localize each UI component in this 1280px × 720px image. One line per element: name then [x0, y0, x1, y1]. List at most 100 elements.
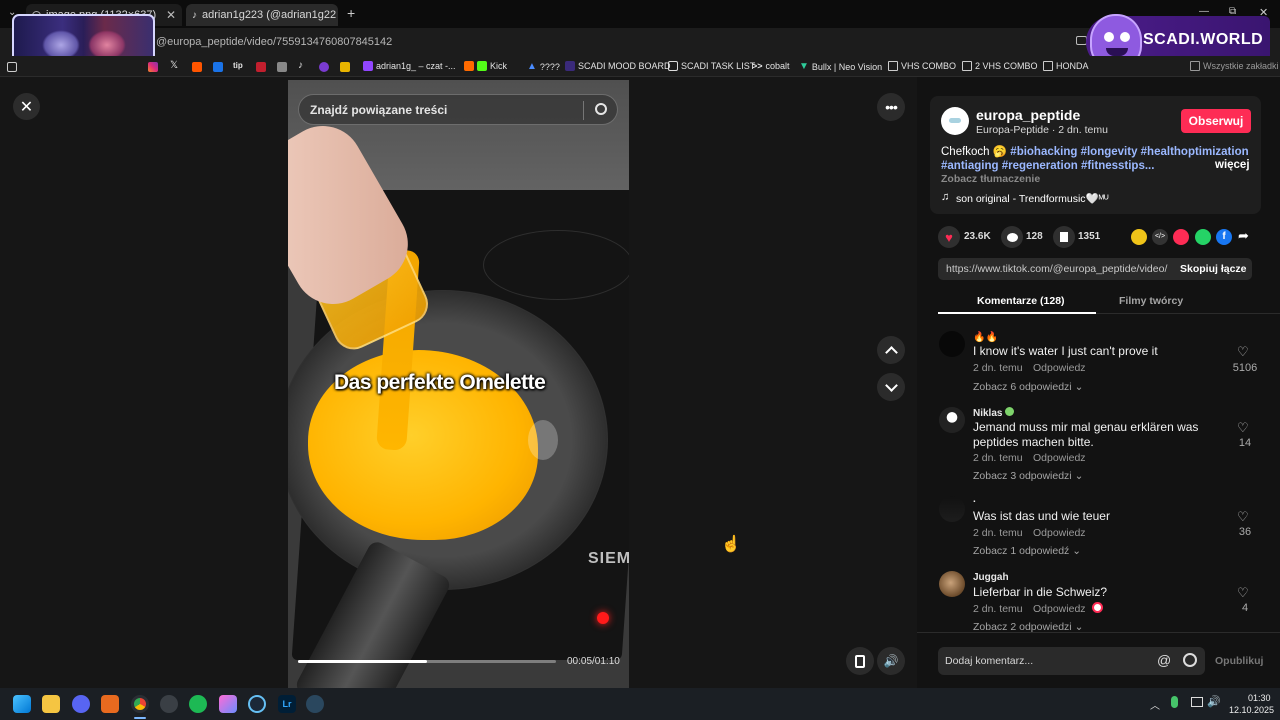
reply-button[interactable]: Odpowiedz — [1033, 603, 1086, 615]
x-icon[interactable]: 𝕏 — [170, 60, 178, 71]
discord-icon[interactable] — [72, 695, 90, 713]
next-video-button[interactable] — [877, 373, 905, 401]
progress-track[interactable] — [298, 660, 556, 663]
related-search-box[interactable]: Znajdź powiązane treści — [298, 94, 618, 125]
apps-grid-icon[interactable] — [7, 62, 17, 72]
tab-comments[interactable]: Komentarze (128) — [977, 295, 1065, 307]
hashtags-line-2[interactable]: #antiaging #regeneration #fitnesstips... — [941, 160, 1154, 172]
file-explorer-icon[interactable] — [42, 695, 60, 713]
url-field[interactable]: @europa_peptide/video/755913476080784514… — [156, 36, 392, 48]
comment-author[interactable]: Juggah — [973, 572, 1009, 583]
steam-alt-icon[interactable] — [306, 695, 324, 713]
soundcloud-icon[interactable] — [192, 62, 202, 72]
hashtags-line-1[interactable]: #biohacking #longevity #healthoptimizati… — [1010, 146, 1248, 158]
video-player[interactable]: SIEMENS Znajdź powiązane treści Das perf… — [288, 80, 629, 688]
tray-chevron-icon[interactable]: ︿ — [1150, 697, 1160, 712]
comment-input-box[interactable]: Dodaj komentarz... @ — [938, 647, 1205, 675]
spotify-icon[interactable] — [189, 695, 207, 713]
like-button[interactable]: ♥ — [938, 226, 960, 248]
comment-like-icon[interactable]: ♡ — [1237, 509, 1249, 525]
mention-icon[interactable]: @ — [1157, 652, 1171, 668]
coin-share-icon[interactable] — [1131, 229, 1147, 245]
bookmark-scadi-task-list[interactable]: SCADI TASK LIST — [668, 61, 755, 71]
embed-icon[interactable]: </> — [1152, 229, 1168, 245]
comment-author[interactable]: 🔥🔥 — [973, 332, 998, 343]
volume-button[interactable]: 🔊 — [877, 647, 905, 675]
comment-like-icon[interactable]: ♡ — [1237, 344, 1249, 360]
close-tab-icon[interactable]: ✕ — [166, 8, 176, 22]
more-link[interactable]: więcej — [1215, 159, 1250, 171]
chrome-icon[interactable] — [131, 695, 149, 713]
share-link-url[interactable]: https://www.tiktok.com/@europa_peptide/v… — [946, 263, 1168, 275]
tiktok-bookmark-icon[interactable]: ♪ — [298, 60, 303, 71]
bookmark-vhs-combo[interactable]: VHS COMBO — [888, 61, 956, 71]
publish-button[interactable]: Opublikuj — [1215, 655, 1263, 667]
bookmark-2-icon[interactable] — [256, 62, 266, 72]
bookmark-bullx[interactable]: ▼ Bullx | Neo Vision — [799, 61, 882, 72]
comment-like-icon[interactable]: ♡ — [1237, 420, 1249, 436]
bookmark-scadi-mood-board[interactable]: SCADI MOOD BOARD — [565, 61, 671, 71]
tab-creator-videos[interactable]: Filmy twórcy — [1119, 295, 1183, 307]
view-replies[interactable]: Zobacz 1 odpowiedź ⌄ — [973, 545, 1081, 557]
network-icon[interactable] — [1191, 697, 1203, 707]
comment-author[interactable]: Niklas — [973, 407, 1015, 419]
tab-tiktok[interactable]: ♪ adrian1g223 (@adrian1g22 🔊 ✕ — [186, 4, 338, 26]
previous-video-button[interactable] — [877, 336, 905, 364]
whatsapp-icon[interactable] — [1195, 229, 1211, 245]
search-icon[interactable] — [595, 103, 607, 115]
bookmark-adrian-czat[interactable]: adrian1g_ – czat -... — [363, 61, 456, 71]
music-title[interactable]: son original - Trendformusic🤍ᴹᵁ — [956, 192, 1109, 205]
comment-avatar[interactable] — [939, 571, 965, 597]
save-button[interactable] — [1053, 226, 1075, 248]
clock-time[interactable]: 01:30 — [1248, 693, 1271, 703]
bookmark-grid-icon[interactable] — [277, 62, 287, 72]
windows-start-icon[interactable] — [13, 695, 31, 713]
send-share-icon[interactable] — [1173, 229, 1189, 245]
copy-link-button[interactable]: Skopiuj łącze — [1180, 263, 1247, 275]
instagram-icon[interactable] — [148, 62, 158, 72]
app-gradient-icon[interactable] — [219, 695, 237, 713]
share-arrow-icon[interactable]: ➦ — [1238, 228, 1249, 244]
lightroom-icon[interactable]: Lr — [278, 695, 296, 713]
bookmark-2-vhs-combo[interactable]: 2 VHS COMBO — [962, 61, 1038, 71]
reply-button[interactable]: Odpowiedz — [1033, 527, 1086, 539]
follow-button[interactable]: Obserwuj — [1181, 109, 1251, 133]
author-handle[interactable]: europa_peptide — [976, 107, 1080, 123]
more-options-button[interactable]: ••• — [877, 93, 905, 121]
paypal-icon[interactable] — [213, 62, 223, 72]
app-circle-icon[interactable] — [160, 695, 178, 713]
comment-avatar[interactable] — [939, 407, 965, 433]
comment-input[interactable]: Dodaj komentarz... — [945, 655, 1033, 667]
floating-player-button[interactable] — [846, 647, 874, 675]
steam-icon[interactable] — [248, 695, 266, 713]
translate-link[interactable]: Zobacz tłumaczenie — [941, 173, 1040, 185]
comment-avatar[interactable] — [939, 496, 965, 522]
bookmark-yellow-icon[interactable] — [340, 62, 350, 72]
author-avatar[interactable] — [941, 107, 969, 135]
comment-author[interactable]: . — [973, 494, 976, 505]
app-orange-icon[interactable] — [101, 695, 119, 713]
close-button[interactable]: ✕ — [13, 93, 40, 120]
emoji-icon[interactable] — [1183, 653, 1197, 667]
tip-icon[interactable]: tip — [233, 61, 243, 70]
facebook-icon[interactable]: f — [1216, 229, 1232, 245]
bookmark-kick[interactable]: Kick — [464, 61, 507, 71]
reply-button[interactable]: Odpowiedz — [1033, 452, 1086, 464]
comment-avatar[interactable] — [939, 331, 965, 357]
view-replies[interactable]: Zobacz 3 odpowiedzi ⌄ — [973, 470, 1083, 482]
comment-button[interactable] — [1001, 226, 1023, 248]
volume-icon[interactable]: 🔊 — [1207, 695, 1221, 708]
reply-button[interactable]: Odpowiedz — [1033, 362, 1086, 374]
bookmark-all[interactable]: Wszystkie zakładki — [1190, 61, 1279, 71]
bookmark-question[interactable]: ▲???? — [527, 61, 560, 72]
view-replies[interactable]: Zobacz 6 odpowiedzi ⌄ — [973, 381, 1083, 393]
bookmark-cobalt[interactable]: >> cobalt — [752, 61, 790, 71]
search-input[interactable]: Znajdź powiązane treści — [310, 103, 447, 117]
bookmark-purple-icon[interactable] — [319, 62, 329, 72]
clock-date[interactable]: 12.10.2025 — [1229, 705, 1274, 715]
bookmark-honda[interactable]: HONDA — [1043, 61, 1089, 71]
comment-like-icon[interactable]: ♡ — [1237, 585, 1249, 601]
new-tab-button[interactable]: + — [347, 5, 355, 21]
microphone-icon[interactable] — [1171, 696, 1178, 708]
video-time: 00:05/01:10 — [567, 656, 620, 667]
